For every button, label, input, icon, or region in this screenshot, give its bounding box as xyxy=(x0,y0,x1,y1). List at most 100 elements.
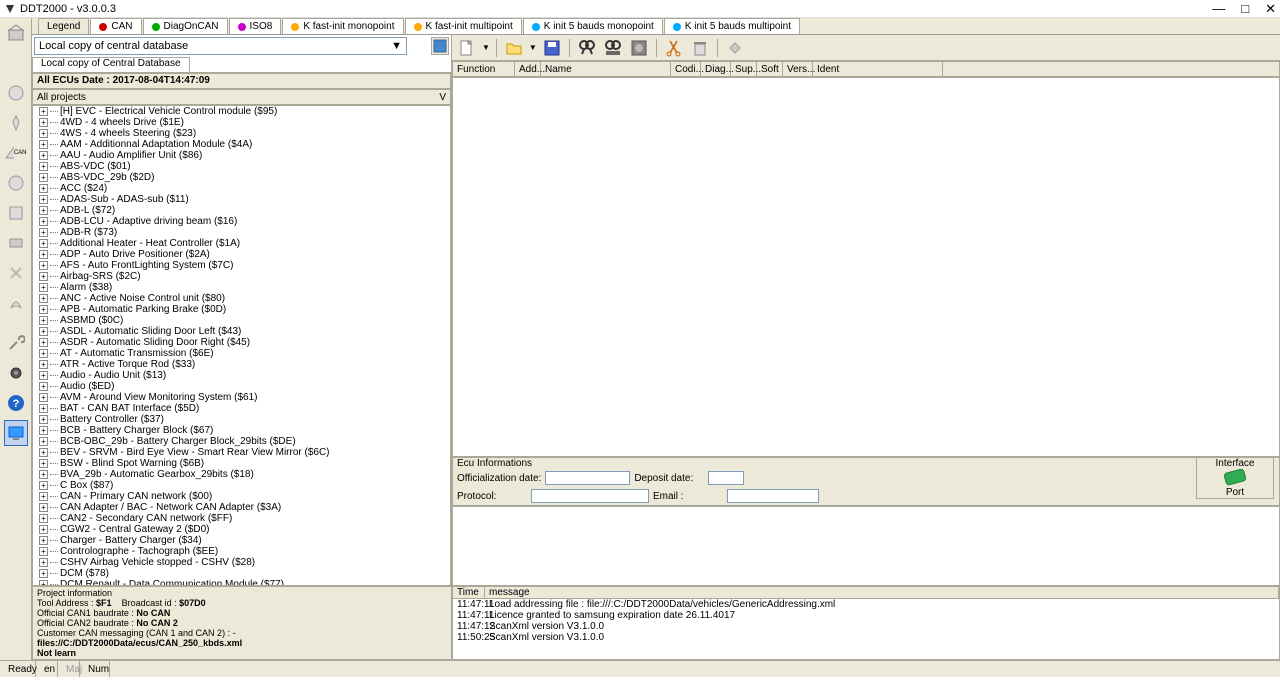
tool-block[interactable] xyxy=(4,230,28,256)
expand-icon[interactable]: + xyxy=(39,129,48,138)
tree-item[interactable]: +ADB-L ($72) xyxy=(33,205,450,216)
tree-item[interactable]: +ASDL - Automatic Sliding Door Left ($43… xyxy=(33,326,450,337)
expand-icon[interactable]: + xyxy=(39,140,48,149)
open-button[interactable] xyxy=(503,37,525,59)
delete-button[interactable] xyxy=(689,37,711,59)
db-refresh-button[interactable] xyxy=(431,37,449,55)
tree-item[interactable]: +C Box ($87) xyxy=(33,480,450,491)
database-select[interactable]: Local copy of central database▼ xyxy=(34,37,407,55)
tree-item[interactable]: +ACC ($24) xyxy=(33,183,450,194)
tree-item[interactable]: +Battery Controller ($37) xyxy=(33,414,450,425)
tree-item[interactable]: +AT - Automatic Transmission ($6E) xyxy=(33,348,450,359)
minimize-button[interactable]: — xyxy=(1212,1,1225,17)
tree-item[interactable]: +BVA_29b - Automatic Gearbox_29bits ($18… xyxy=(33,469,450,480)
expand-icon[interactable]: + xyxy=(39,426,48,435)
log-row[interactable]: 11:50:25ScanXml version V3.1.0.0 xyxy=(453,632,1279,643)
tree-item[interactable]: +Airbag-SRS ($2C) xyxy=(33,271,450,282)
tool-pin[interactable] xyxy=(4,110,28,136)
tree-item[interactable]: +ABS-VDC_29b ($2D) xyxy=(33,172,450,183)
close-button[interactable]: ✕ xyxy=(1265,1,1276,17)
expand-icon[interactable]: + xyxy=(39,349,48,358)
tool-wrench[interactable] xyxy=(4,330,28,356)
tree-item[interactable]: +CSHV Airbag Vehicle stopped - CSHV ($28… xyxy=(33,557,450,568)
tool-pliers[interactable] xyxy=(4,260,28,286)
tree-item[interactable]: +ABS-VDC ($01) xyxy=(33,161,450,172)
tree-item[interactable]: +AVM - Around View Monitoring System ($6… xyxy=(33,392,450,403)
tree-item[interactable]: +BEV - SRVM - Bird Eye View - Smart Rear… xyxy=(33,447,450,458)
expand-icon[interactable]: + xyxy=(39,206,48,215)
tree-item[interactable]: +Controlographe - Tachograph ($EE) xyxy=(33,546,450,557)
tool-help[interactable]: ? xyxy=(4,390,28,416)
tree-item[interactable]: +ADB-LCU - Adaptive driving beam ($16) xyxy=(33,216,450,227)
expand-icon[interactable]: + xyxy=(39,272,48,281)
expand-icon[interactable]: + xyxy=(39,492,48,501)
tool-gear[interactable] xyxy=(4,360,28,386)
log-row[interactable]: 11:47:11Load addressing file : file:///:… xyxy=(453,599,1279,610)
tree-item[interactable]: +ANC - Active Noise Control unit ($80) xyxy=(33,293,450,304)
expand-icon[interactable]: + xyxy=(39,360,48,369)
tab-k-5b-multi[interactable]: K init 5 bauds multipoint xyxy=(664,18,800,34)
diamond-button[interactable] xyxy=(724,37,746,59)
expand-icon[interactable]: + xyxy=(39,547,48,556)
tree-item[interactable]: +BAT - CAN BAT Interface ($5D) xyxy=(33,403,450,414)
log-row[interactable]: 11:47:11Licence granted to samsung expir… xyxy=(453,610,1279,621)
email-input[interactable] xyxy=(727,489,819,503)
tree-item[interactable]: +ADB-R ($73) xyxy=(33,227,450,238)
tree-item[interactable]: +Audio - Audio Unit ($13) xyxy=(33,370,450,381)
expand-icon[interactable]: + xyxy=(39,107,48,116)
expand-icon[interactable]: + xyxy=(39,470,48,479)
expand-icon[interactable]: + xyxy=(39,558,48,567)
expand-icon[interactable]: + xyxy=(39,514,48,523)
tree-item[interactable]: +ASDR - Automatic Sliding Door Right ($4… xyxy=(33,337,450,348)
details-textarea[interactable] xyxy=(452,506,1280,586)
expand-icon[interactable]: + xyxy=(39,195,48,204)
ecu-tree[interactable]: +[H] EVC - Electrical Vehicle Control mo… xyxy=(32,105,451,586)
cut-button[interactable] xyxy=(663,37,685,59)
expand-icon[interactable]: + xyxy=(39,525,48,534)
expand-icon[interactable]: + xyxy=(39,228,48,237)
tool-warning-can[interactable]: CAN xyxy=(4,140,28,166)
tree-item[interactable]: +AFS - Auto FrontLighting System ($7C) xyxy=(33,260,450,271)
expand-icon[interactable]: + xyxy=(39,184,48,193)
expand-icon[interactable]: + xyxy=(39,327,48,336)
tab-k-fast-mono[interactable]: K fast-init monopoint xyxy=(282,18,403,34)
tab-k-5b-mono[interactable]: K init 5 bauds monopoint xyxy=(523,18,663,34)
tree-item[interactable]: +BCB-OBC_29b - Battery Charger Block_29b… xyxy=(33,436,450,447)
tree-item[interactable]: +Additional Heater - Heat Controller ($1… xyxy=(33,238,450,249)
expand-icon[interactable]: + xyxy=(39,305,48,314)
expand-icon[interactable]: + xyxy=(39,118,48,127)
tree-item[interactable]: +Charger - Battery Charger ($34) xyxy=(33,535,450,546)
tree-item[interactable]: +ATR - Active Torque Rod ($33) xyxy=(33,359,450,370)
maximize-button[interactable]: □ xyxy=(1241,1,1249,17)
tree-item[interactable]: +ADAS-Sub - ADAS-sub ($11) xyxy=(33,194,450,205)
expand-icon[interactable]: + xyxy=(39,382,48,391)
expand-icon[interactable]: + xyxy=(39,481,48,490)
save-button[interactable] xyxy=(541,37,563,59)
tree-item[interactable]: +DCM ($78) xyxy=(33,568,450,579)
tool-leaf[interactable] xyxy=(4,290,28,316)
expand-icon[interactable]: + xyxy=(39,338,48,347)
expand-icon[interactable]: + xyxy=(39,316,48,325)
expand-icon[interactable]: + xyxy=(39,173,48,182)
tab-diagoncan[interactable]: DiagOnCAN xyxy=(143,18,228,34)
expand-icon[interactable]: + xyxy=(39,503,48,512)
tree-item[interactable]: +AAU - Audio Amplifier Unit ($86) xyxy=(33,150,450,161)
find-button[interactable] xyxy=(576,37,598,59)
tree-item[interactable]: +Audio ($ED) xyxy=(33,381,450,392)
tab-iso8[interactable]: ISO8 xyxy=(229,18,282,34)
tree-item[interactable]: +BCB - Battery Charger Block ($67) xyxy=(33,425,450,436)
tree-item[interactable]: +AAM - Additionnal Adaptation Module ($4… xyxy=(33,139,450,150)
tree-item[interactable]: +CAN - Primary CAN network ($00) xyxy=(33,491,450,502)
tree-item[interactable]: +4WS - 4 wheels Steering ($23) xyxy=(33,128,450,139)
sub-tab-local[interactable]: Local copy of Central Database xyxy=(32,57,190,72)
expand-icon[interactable]: + xyxy=(39,393,48,402)
tool-sphere[interactable] xyxy=(4,170,28,196)
tree-item[interactable]: +4WD - 4 wheels Drive ($1E) xyxy=(33,117,450,128)
expand-icon[interactable]: + xyxy=(39,261,48,270)
tool-screen[interactable] xyxy=(4,420,28,446)
tree-item[interactable]: +ASBMD ($0C) xyxy=(33,315,450,326)
tree-item[interactable]: +CAN Adapter / BAC - Network CAN Adapter… xyxy=(33,502,450,513)
expand-icon[interactable]: + xyxy=(39,415,48,424)
expand-icon[interactable]: + xyxy=(39,217,48,226)
tree-item[interactable]: +APB - Automatic Parking Brake ($0D) xyxy=(33,304,450,315)
